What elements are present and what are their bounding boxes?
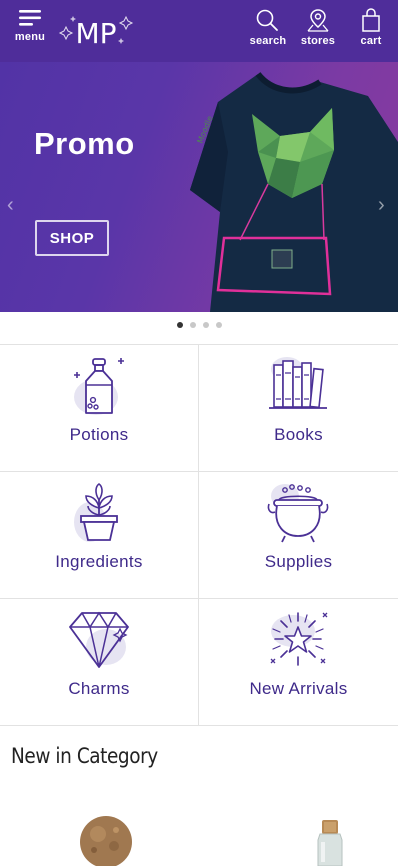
product-image[interactable] [312, 820, 350, 866]
section-title: New in Category [11, 744, 158, 768]
carousel-dot[interactable] [189, 322, 196, 328]
carousel-prev-icon[interactable]: ‹ [7, 194, 14, 217]
shop-button[interactable]: SHOP [35, 220, 109, 256]
category-label: New Arrivals [249, 679, 348, 698]
category-potions[interactable]: Potions [0, 345, 199, 472]
category-label: Potions [69, 425, 129, 444]
product-image[interactable] [78, 812, 134, 866]
search-button[interactable]: search [248, 8, 288, 47]
app-header: menu MP search stores cart [0, 0, 398, 62]
category-grid: Potions Books Ingredients Supplies Charm… [0, 344, 398, 726]
category-charms[interactable]: Charms [0, 599, 199, 726]
stores-button[interactable]: stores [298, 8, 338, 47]
potion-bottle-icon [74, 358, 124, 415]
category-label: Ingredients [55, 552, 143, 571]
plant-pot-icon [74, 483, 118, 542]
sparkle-star-icon [270, 612, 328, 666]
hamburger-icon [19, 10, 41, 26]
search-icon [256, 9, 278, 31]
category-ingredients[interactable]: Ingredients [0, 472, 199, 599]
category-books[interactable]: Books [199, 345, 398, 472]
map-pin-icon [307, 9, 329, 32]
promo-title: Promo [34, 126, 135, 161]
diamond-icon [69, 611, 129, 668]
menu-label: menu [14, 31, 46, 43]
category-label: Supplies [264, 552, 333, 571]
promo-banner[interactable]: Promo SHOP ‹ Moodle › [0, 62, 398, 312]
cart-button[interactable]: cart [354, 8, 388, 47]
category-supplies[interactable]: Supplies [199, 472, 398, 599]
carousel-next-icon[interactable]: › [378, 194, 385, 217]
logo[interactable]: MP [58, 10, 134, 52]
search-label: search [249, 35, 287, 47]
tshirt-image: Moodle [190, 72, 398, 312]
carousel-dot[interactable] [202, 322, 209, 328]
cart-label: cart [360, 35, 382, 47]
category-label: Books [274, 425, 323, 444]
cauldron-icon [267, 484, 329, 543]
carousel-dots [0, 322, 398, 328]
carousel-dot[interactable] [176, 322, 183, 328]
menu-button[interactable]: menu [12, 8, 48, 43]
carousel-dot[interactable] [215, 322, 222, 328]
stores-label: stores [300, 35, 336, 47]
shopping-bag-icon [362, 8, 380, 32]
logo-text: MP [75, 17, 116, 50]
category-new-arrivals[interactable]: New Arrivals [199, 599, 398, 726]
category-label: Charms [68, 679, 130, 698]
books-icon [269, 357, 327, 409]
